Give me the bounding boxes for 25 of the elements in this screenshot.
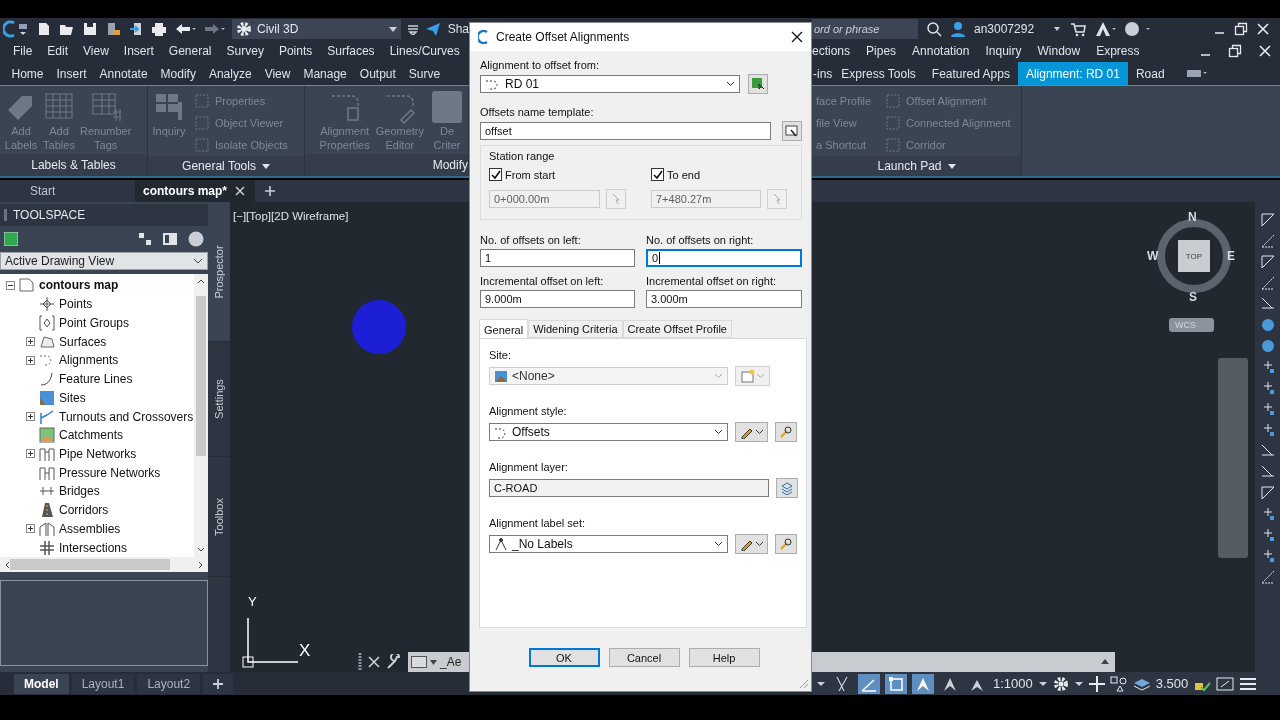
compass-label: E (1227, 249, 1235, 263)
compass-label: S (1189, 290, 1197, 304)
field-label: Alignment layer: (489, 461, 569, 473)
panel-title: Labels & Tables (31, 158, 116, 172)
group-title: Station range (489, 150, 556, 162)
field-label: Alignment label set: (489, 517, 586, 529)
field-label: No. of offsets on right: (646, 234, 755, 246)
field-label: Incremental offset on right: (646, 275, 778, 287)
field-label: Alignment to offset from: (480, 59, 601, 71)
panel-title: General Tools (182, 159, 256, 173)
field-label: Alignment style: (489, 405, 568, 417)
axis-label: Y (248, 594, 257, 609)
field-label: Incremental offset on left: (480, 275, 605, 287)
field-label: Site: (489, 349, 512, 361)
panel-title: Modify (432, 158, 468, 172)
checkbox-label: To end (667, 168, 701, 181)
checkbox-label: From start (505, 168, 556, 181)
field-label: No. of offsets on left: (480, 234, 582, 246)
dialog-title: Create Offset Alignments (496, 30, 630, 44)
panel-title: Launch Pad (877, 159, 942, 173)
compass-label: W (1147, 249, 1159, 263)
compass-label: N (1188, 210, 1197, 224)
field-label: Offsets name template: (480, 106, 595, 118)
axis-label: X (299, 641, 311, 661)
panel-title: TOOLSPACE (13, 208, 86, 222)
